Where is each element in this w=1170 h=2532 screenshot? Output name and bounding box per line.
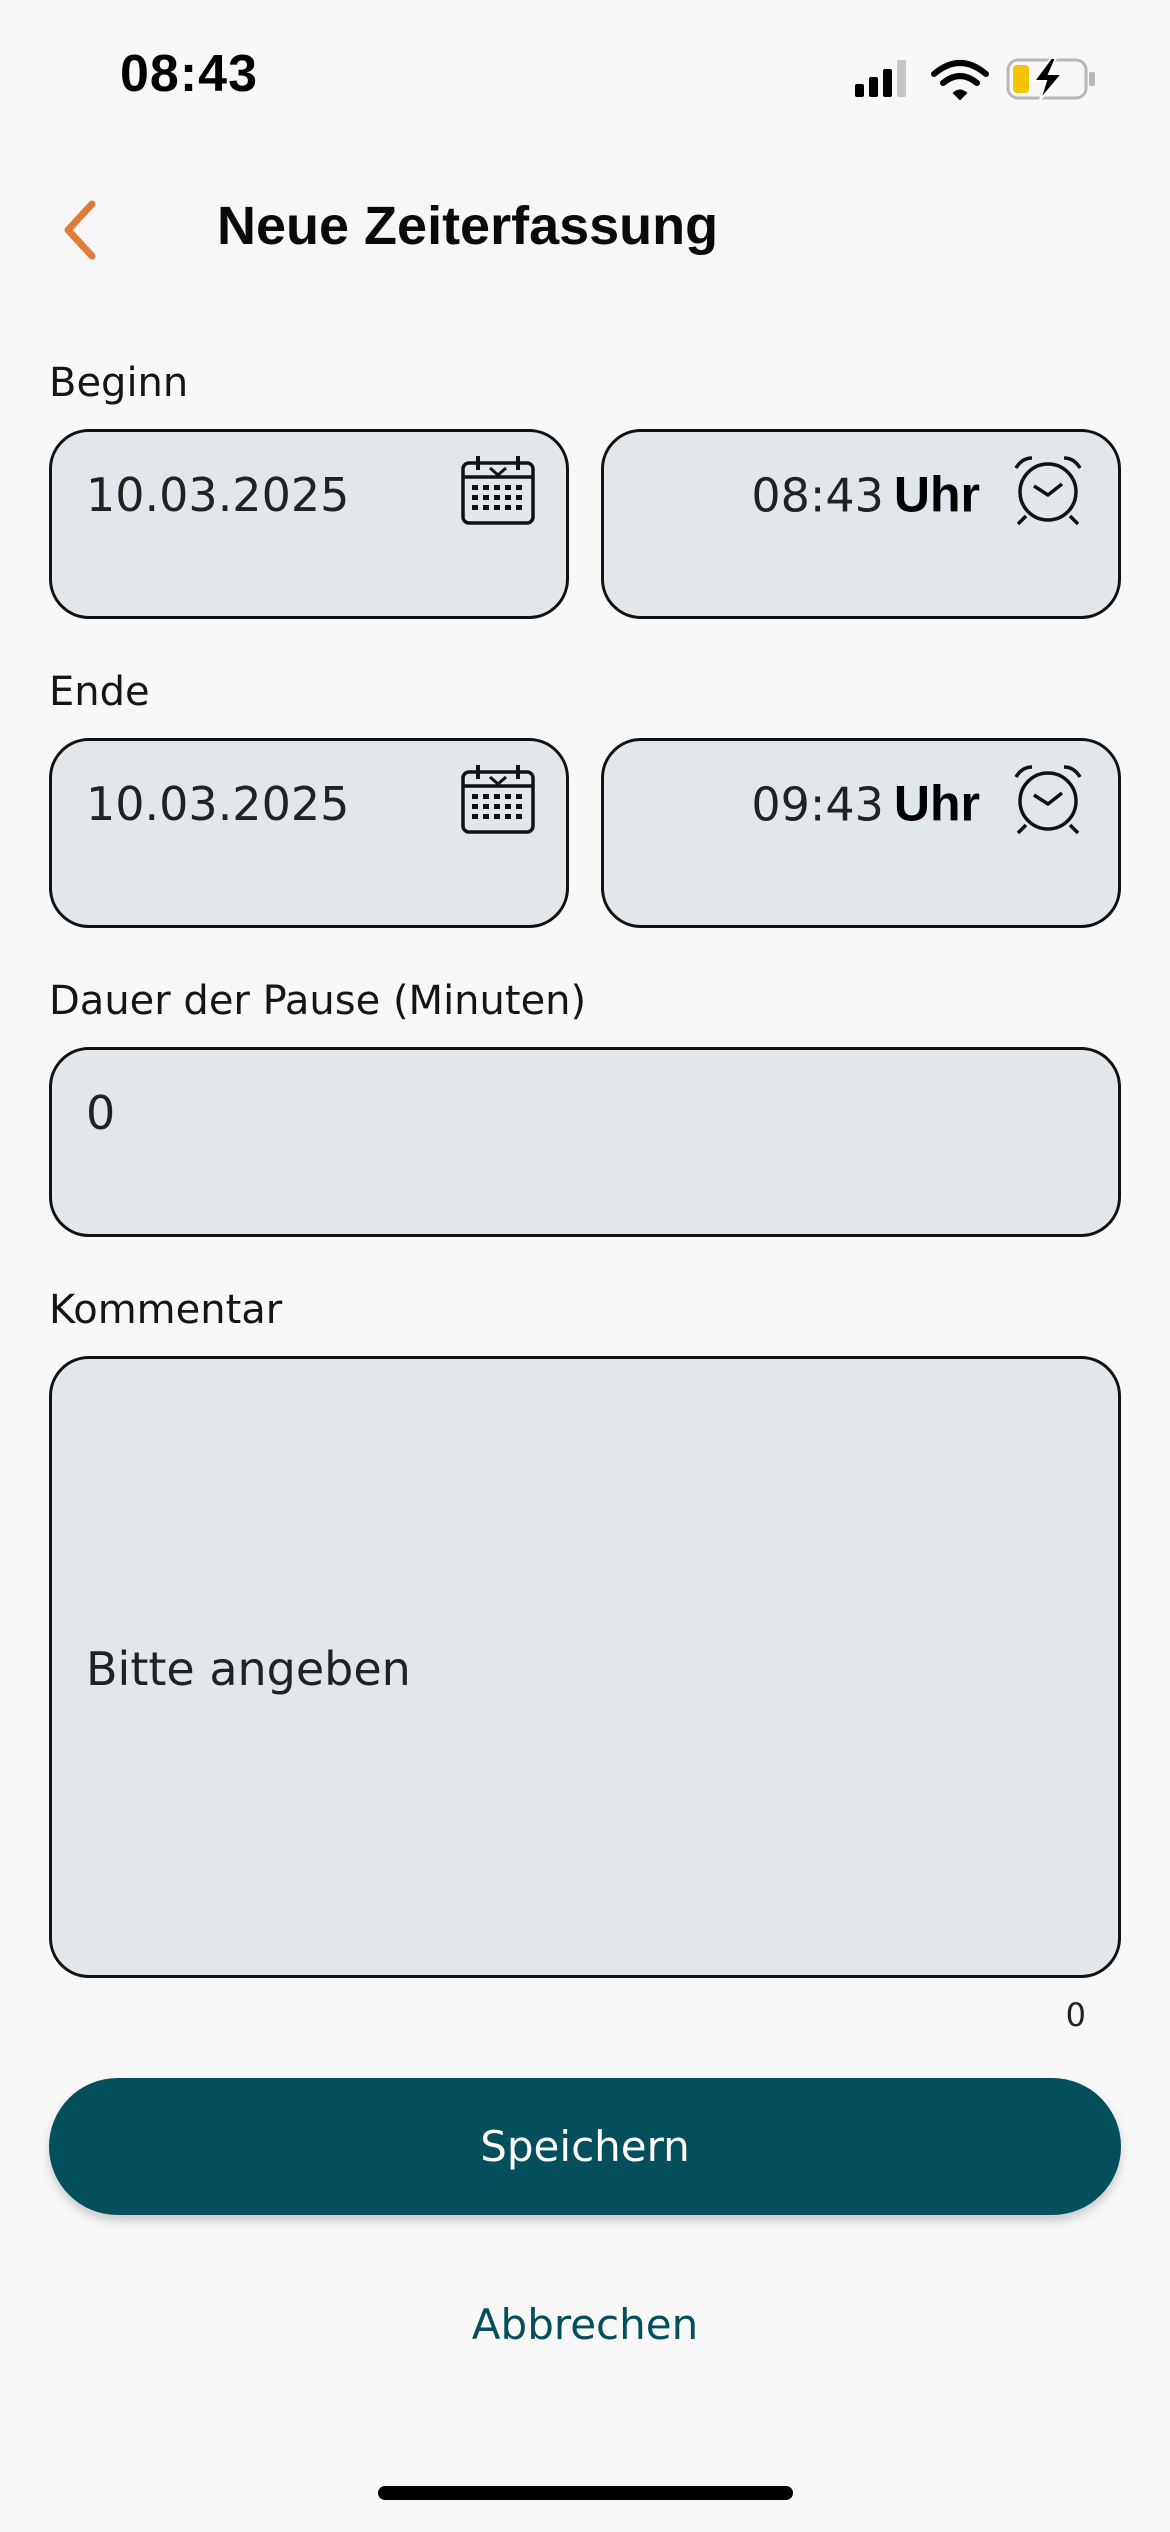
start-time-field[interactable]: 08:43 Uhr [601, 429, 1121, 619]
status-icons [855, 57, 1095, 101]
home-indicator [378, 2486, 793, 2500]
start-date-field[interactable]: 10.03.2025 [49, 429, 569, 619]
comment-placeholder: Bitte angeben [86, 1642, 411, 1696]
start-time-text: 08:43 Uhr [751, 465, 980, 526]
time-unit-label: Uhr [893, 466, 980, 523]
end-label: Ende [49, 669, 150, 715]
start-time-value: 08:43 [751, 468, 884, 523]
back-button[interactable] [54, 190, 114, 270]
pause-label: Dauer der Pause (Minuten) [49, 978, 587, 1024]
chevron-left-icon [64, 200, 96, 260]
start-date-value: 10.03.2025 [86, 468, 350, 522]
save-button[interactable]: Speichern [49, 2078, 1121, 2215]
end-time-field[interactable]: 09:43 Uhr [601, 738, 1121, 928]
alarm-clock-icon [1014, 456, 1082, 526]
wifi-icon [931, 60, 989, 101]
cancel-button[interactable]: Abbrechen [0, 2300, 1170, 2349]
comment-char-counter: 0 [1065, 1996, 1086, 2034]
alarm-clock-icon [1014, 765, 1082, 835]
time-unit-label: Uhr [893, 775, 980, 832]
status-bar: 08:43 [0, 0, 1170, 150]
comment-textarea[interactable]: Bitte angeben [49, 1356, 1121, 1978]
end-date-field[interactable]: 10.03.2025 [49, 738, 569, 928]
calendar-icon [461, 456, 535, 525]
page-title: Neue Zeiterfassung [217, 196, 719, 256]
end-time-text: 09:43 Uhr [751, 774, 980, 835]
end-date-value: 10.03.2025 [86, 777, 350, 831]
nav-bar: Neue Zeiterfassung [0, 150, 1170, 310]
end-time-value: 09:43 [751, 777, 884, 832]
cellular-signal-icon [855, 60, 906, 97]
pause-duration-input[interactable]: 0 [49, 1047, 1121, 1237]
calendar-icon [461, 765, 535, 834]
pause-duration-value: 0 [86, 1086, 116, 1140]
battery-charging-icon [1006, 57, 1095, 101]
status-time: 08:43 [120, 45, 258, 103]
start-label: Beginn [49, 360, 189, 406]
comment-label: Kommentar [49, 1287, 283, 1333]
